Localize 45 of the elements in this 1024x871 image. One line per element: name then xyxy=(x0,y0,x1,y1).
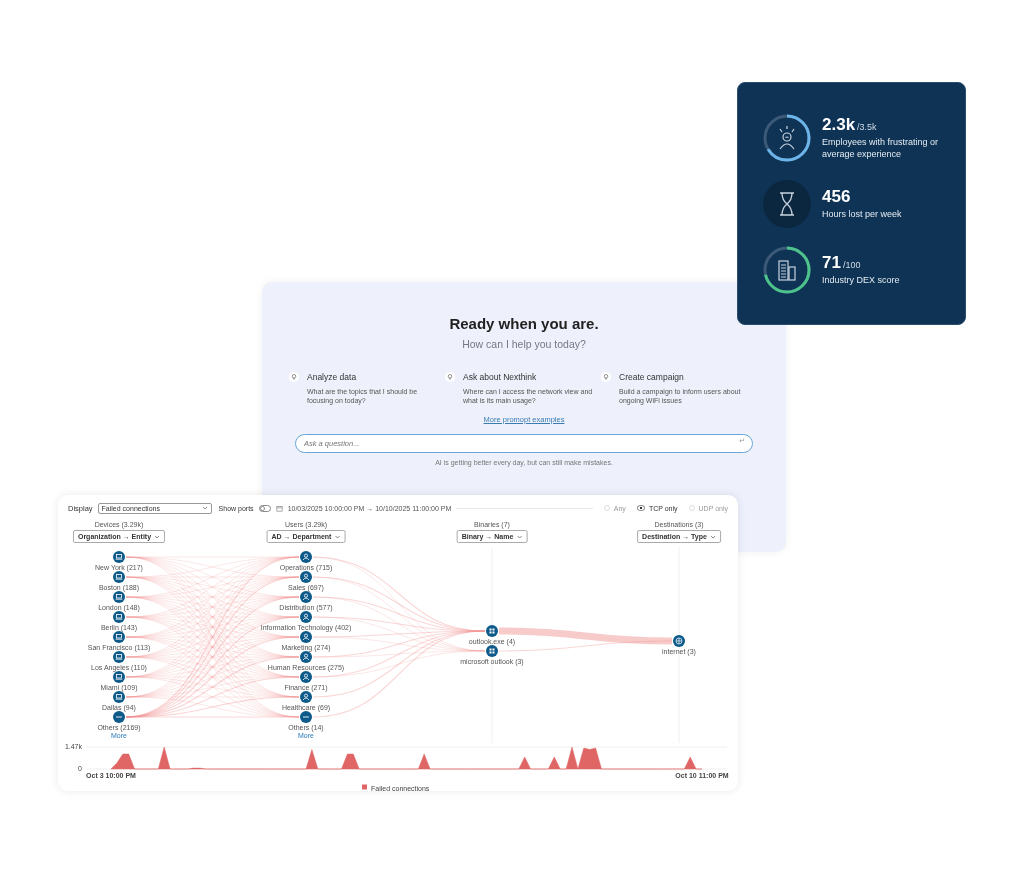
stat-value: 2.3k xyxy=(822,115,856,136)
calendar-icon xyxy=(275,504,283,512)
lightbulb-icon xyxy=(289,372,299,382)
node-icon[interactable] xyxy=(113,631,125,643)
node-icon[interactable] xyxy=(300,671,312,683)
node-icon[interactable] xyxy=(300,651,312,663)
node-icon[interactable] xyxy=(673,635,685,647)
lightbulb-icon xyxy=(601,372,611,382)
node-icon[interactable] xyxy=(113,651,125,663)
legend-swatch xyxy=(362,784,367,790)
node-icon[interactable] xyxy=(113,691,125,703)
suggestion-title: Create campaign xyxy=(619,372,684,382)
show-ports-toggle[interactable] xyxy=(258,504,271,512)
lightbulb-icon xyxy=(445,372,455,382)
node-icon[interactable] xyxy=(113,571,125,583)
caret-icon xyxy=(516,534,523,539)
node-icon[interactable] xyxy=(300,591,312,603)
caret-icon xyxy=(709,534,716,539)
node-icon[interactable] xyxy=(113,711,125,723)
node-icon[interactable] xyxy=(486,625,498,637)
stat-total: /3.5k xyxy=(857,122,877,133)
suggestion-title: Ask about Nexthink xyxy=(463,372,537,382)
node-icon[interactable] xyxy=(113,551,125,563)
stat-total: /100 xyxy=(842,260,861,271)
stat-label: Industry DEX score xyxy=(822,275,901,287)
stat-value: 71 xyxy=(822,253,841,274)
assistant-title: Ready when you are. xyxy=(449,315,599,332)
caret-icon xyxy=(334,534,341,539)
node-icon[interactable] xyxy=(300,631,312,643)
node-icon[interactable] xyxy=(300,691,312,703)
node-icon[interactable] xyxy=(113,611,125,623)
stat-value: 456 xyxy=(822,187,851,208)
node-icon[interactable] xyxy=(300,551,312,563)
node-icon[interactable] xyxy=(113,671,125,683)
caret-icon xyxy=(201,506,208,510)
node-icon[interactable] xyxy=(300,571,312,583)
suggestion-title: Analyze data xyxy=(307,372,357,382)
stat-label: Hours lost per week xyxy=(822,209,903,221)
stat-label: Employees with frustrating or average experience xyxy=(822,137,940,161)
assistant-subtitle: How can I help you today? xyxy=(462,338,586,350)
node-icon[interactable] xyxy=(486,645,498,657)
node-icon[interactable] xyxy=(300,711,312,723)
caret-icon xyxy=(154,534,161,539)
node-icon[interactable] xyxy=(300,611,312,623)
node-icon[interactable] xyxy=(113,591,125,603)
